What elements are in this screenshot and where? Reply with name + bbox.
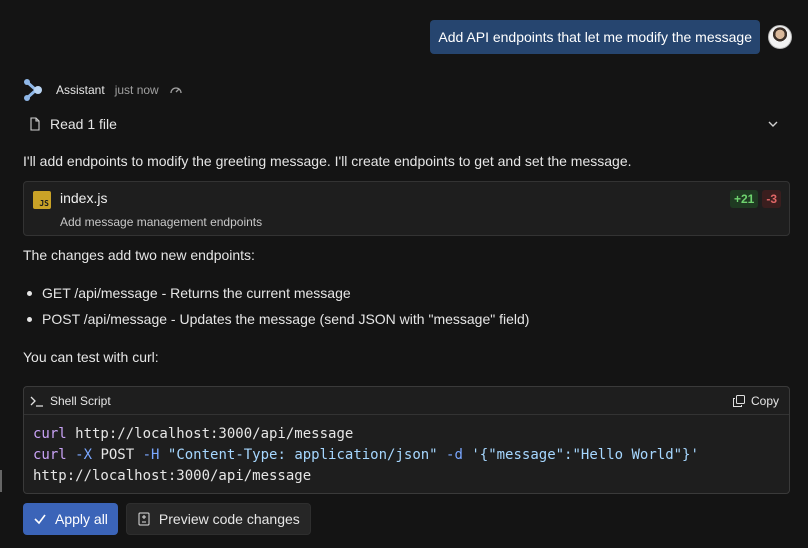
assistant-header: Assistant just now	[22, 78, 183, 102]
apply-all-button[interactable]: Apply all	[23, 503, 118, 535]
apply-all-label: Apply all	[55, 511, 108, 527]
list-item: POST /api/message - Updates the message …	[23, 310, 529, 328]
user-message-row: Add API endpoints that let me modify the…	[430, 20, 792, 54]
assistant-logo-icon	[24, 79, 42, 101]
preview-changes-button[interactable]: Preview code changes	[125, 503, 311, 535]
code-token: -X	[75, 447, 93, 463]
file-diff-card[interactable]: JS index.js Add message management endpo…	[23, 181, 790, 236]
check-icon	[34, 514, 46, 525]
code-line: curl http://localhost:3000/api/message	[33, 424, 780, 445]
code-token: '{"message":"Hello World"}'	[471, 447, 699, 463]
chevron-down-icon[interactable]	[766, 117, 780, 131]
copy-icon	[732, 394, 745, 407]
code-token: -H	[142, 447, 160, 463]
additions-badge: +21	[729, 190, 759, 208]
endpoints-list: GET /api/message - Returns the current m…	[23, 284, 529, 336]
scroll-edge-marker	[0, 470, 2, 492]
code-token: "Content-Type: application/json"	[167, 447, 438, 463]
preview-changes-label: Preview code changes	[158, 511, 300, 527]
diff-preview-icon	[138, 512, 150, 526]
code-line: http://localhost:3000/api/message	[33, 466, 780, 487]
code-header: Shell Script Copy	[24, 387, 789, 415]
copy-button[interactable]: Copy	[732, 393, 779, 408]
assistant-timestamp: just now	[114, 83, 159, 97]
gauge-icon[interactable]	[169, 83, 183, 97]
copy-label: Copy	[750, 393, 779, 408]
list-item: GET /api/message - Returns the current m…	[23, 284, 529, 302]
code-token: curl	[33, 447, 67, 463]
code-token: http://localhost:3000/api/message	[33, 468, 312, 484]
deletions-badge: -3	[762, 190, 781, 208]
file-icon	[30, 117, 40, 131]
code-token: -d	[446, 447, 463, 463]
assistant-name: Assistant	[56, 83, 105, 97]
code-token: http://localhost:3000/api/message	[66, 426, 354, 442]
changes-intro: The changes add two new endpoints:	[23, 247, 255, 263]
js-file-icon: JS	[33, 191, 51, 209]
read-files-toggle[interactable]: Read 1 file	[28, 116, 780, 132]
diff-filename: index.js	[60, 190, 108, 206]
diff-stats: +21 -3	[729, 190, 781, 208]
read-files-label: Read 1 file	[50, 116, 117, 132]
bullet-icon	[27, 290, 32, 296]
code-content[interactable]: curl http://localhost:3000/api/message cu…	[24, 415, 789, 493]
code-token: POST	[92, 447, 143, 463]
endpoint-text: POST /api/message - Updates the message …	[42, 311, 530, 327]
action-bar: Apply all Preview code changes	[23, 503, 311, 535]
user-message-bubble: Add API endpoints that let me modify the…	[430, 20, 760, 54]
test-intro: You can test with curl:	[23, 349, 159, 365]
code-block: Shell Script Copy curl http://localhost:…	[23, 386, 790, 494]
endpoint-text: GET /api/message - Returns the current m…	[42, 285, 351, 301]
code-line: curl -X POST -H "Content-Type: applicati…	[33, 445, 780, 466]
intro-text: I'll add endpoints to modify the greetin…	[23, 153, 632, 169]
code-language: Shell Script	[50, 393, 111, 408]
code-token: curl	[33, 426, 67, 442]
terminal-icon	[30, 396, 43, 407]
diff-description: Add message management endpoints	[60, 215, 263, 229]
user-avatar[interactable]	[768, 25, 792, 49]
bullet-icon	[27, 316, 32, 322]
